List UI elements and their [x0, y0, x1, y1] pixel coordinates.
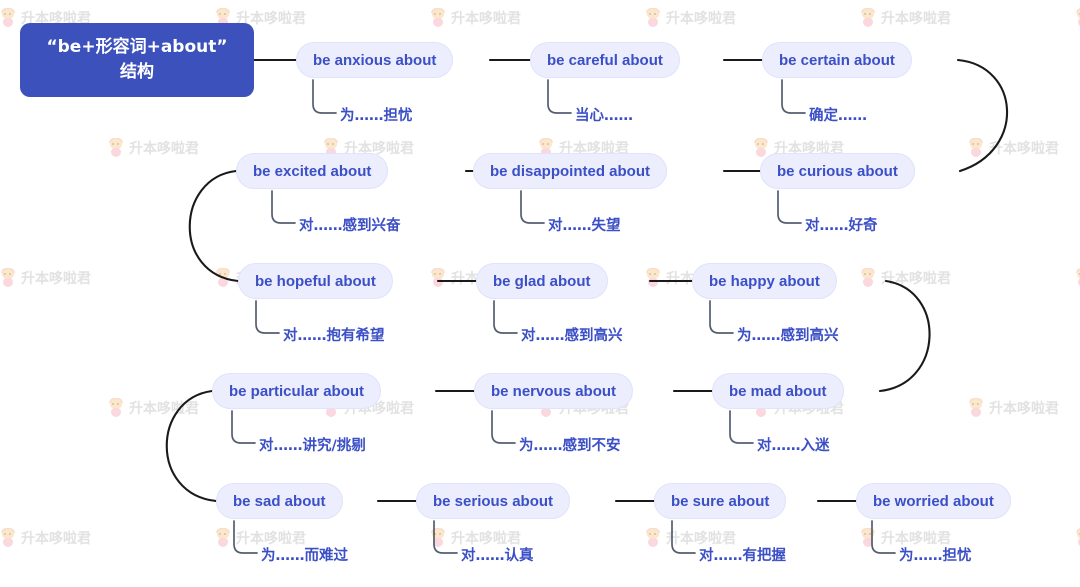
node-be-particular-about[interactable]: be particular about: [212, 373, 382, 409]
node-be-serious-about[interactable]: be serious about: [416, 483, 571, 519]
node-be-sad-about[interactable]: be sad about: [216, 483, 343, 519]
sublabel-be-nervous-about: 为……感到不安: [519, 438, 621, 454]
sublabel-be-serious-about: 对……认真: [461, 548, 534, 564]
sublabel-be-mad-about: 对……入迷: [757, 438, 830, 454]
sublabel-be-careful-about: 当心……: [575, 108, 633, 124]
sublabel-be-glad-about: 对……感到高兴: [521, 328, 623, 344]
sublabel-be-hopeful-about: 对……抱有希望: [283, 328, 385, 344]
node-be-worried-about[interactable]: be worried about: [856, 483, 1011, 519]
node-be-mad-about[interactable]: be mad about: [712, 373, 844, 409]
sublabel-be-sad-about: 为……而难过: [261, 548, 348, 564]
node-be-happy-about[interactable]: be happy about: [692, 263, 837, 299]
node-be-careful-about[interactable]: be careful about: [530, 42, 680, 78]
root-title-line2: 结构: [120, 62, 154, 82]
sublabel-be-anxious-about: 为……担忧: [340, 108, 413, 124]
node-be-glad-about[interactable]: be glad about: [476, 263, 608, 299]
sublabel-be-happy-about: 为……感到高兴: [737, 328, 839, 344]
sublabel-be-certain-about: 确定……: [809, 108, 867, 124]
mindmap-canvas: 升本哆啦君 升本哆啦君 升本哆啦君 升本哆啦君 升本哆啦君 升本哆啦君 升本哆啦君 升本哆啦君…: [0, 0, 1080, 587]
node-be-excited-about[interactable]: be excited about: [236, 153, 389, 189]
node-be-curious-about[interactable]: be curious about: [760, 153, 915, 189]
sublabel-be-curious-about: 对……好奇: [805, 218, 878, 234]
node-be-sure-about[interactable]: be sure about: [654, 483, 787, 519]
node-be-disappointed-about[interactable]: be disappointed about: [473, 153, 667, 189]
node-be-anxious-about[interactable]: be anxious about: [296, 42, 454, 78]
sublabel-be-excited-about: 对……感到兴奋: [299, 218, 401, 234]
sublabel-be-sure-about: 对……有把握: [699, 548, 786, 564]
root-title-line1: “be+形容词+about”: [46, 37, 228, 58]
nodes-layer: “be+形容词+about” 结构 be anxious about 为……担忧…: [0, 0, 1080, 587]
node-be-nervous-about[interactable]: be nervous about: [474, 373, 634, 409]
sublabel-be-worried-about: 为……担忧: [899, 548, 972, 564]
node-be-hopeful-about[interactable]: be hopeful about: [238, 263, 393, 299]
sublabel-be-particular-about: 对……讲究/挑剔: [259, 438, 366, 454]
root-node[interactable]: “be+形容词+about” 结构: [20, 23, 254, 97]
sublabel-be-disappointed-about: 对……失望: [548, 218, 621, 234]
node-be-certain-about[interactable]: be certain about: [762, 42, 912, 78]
